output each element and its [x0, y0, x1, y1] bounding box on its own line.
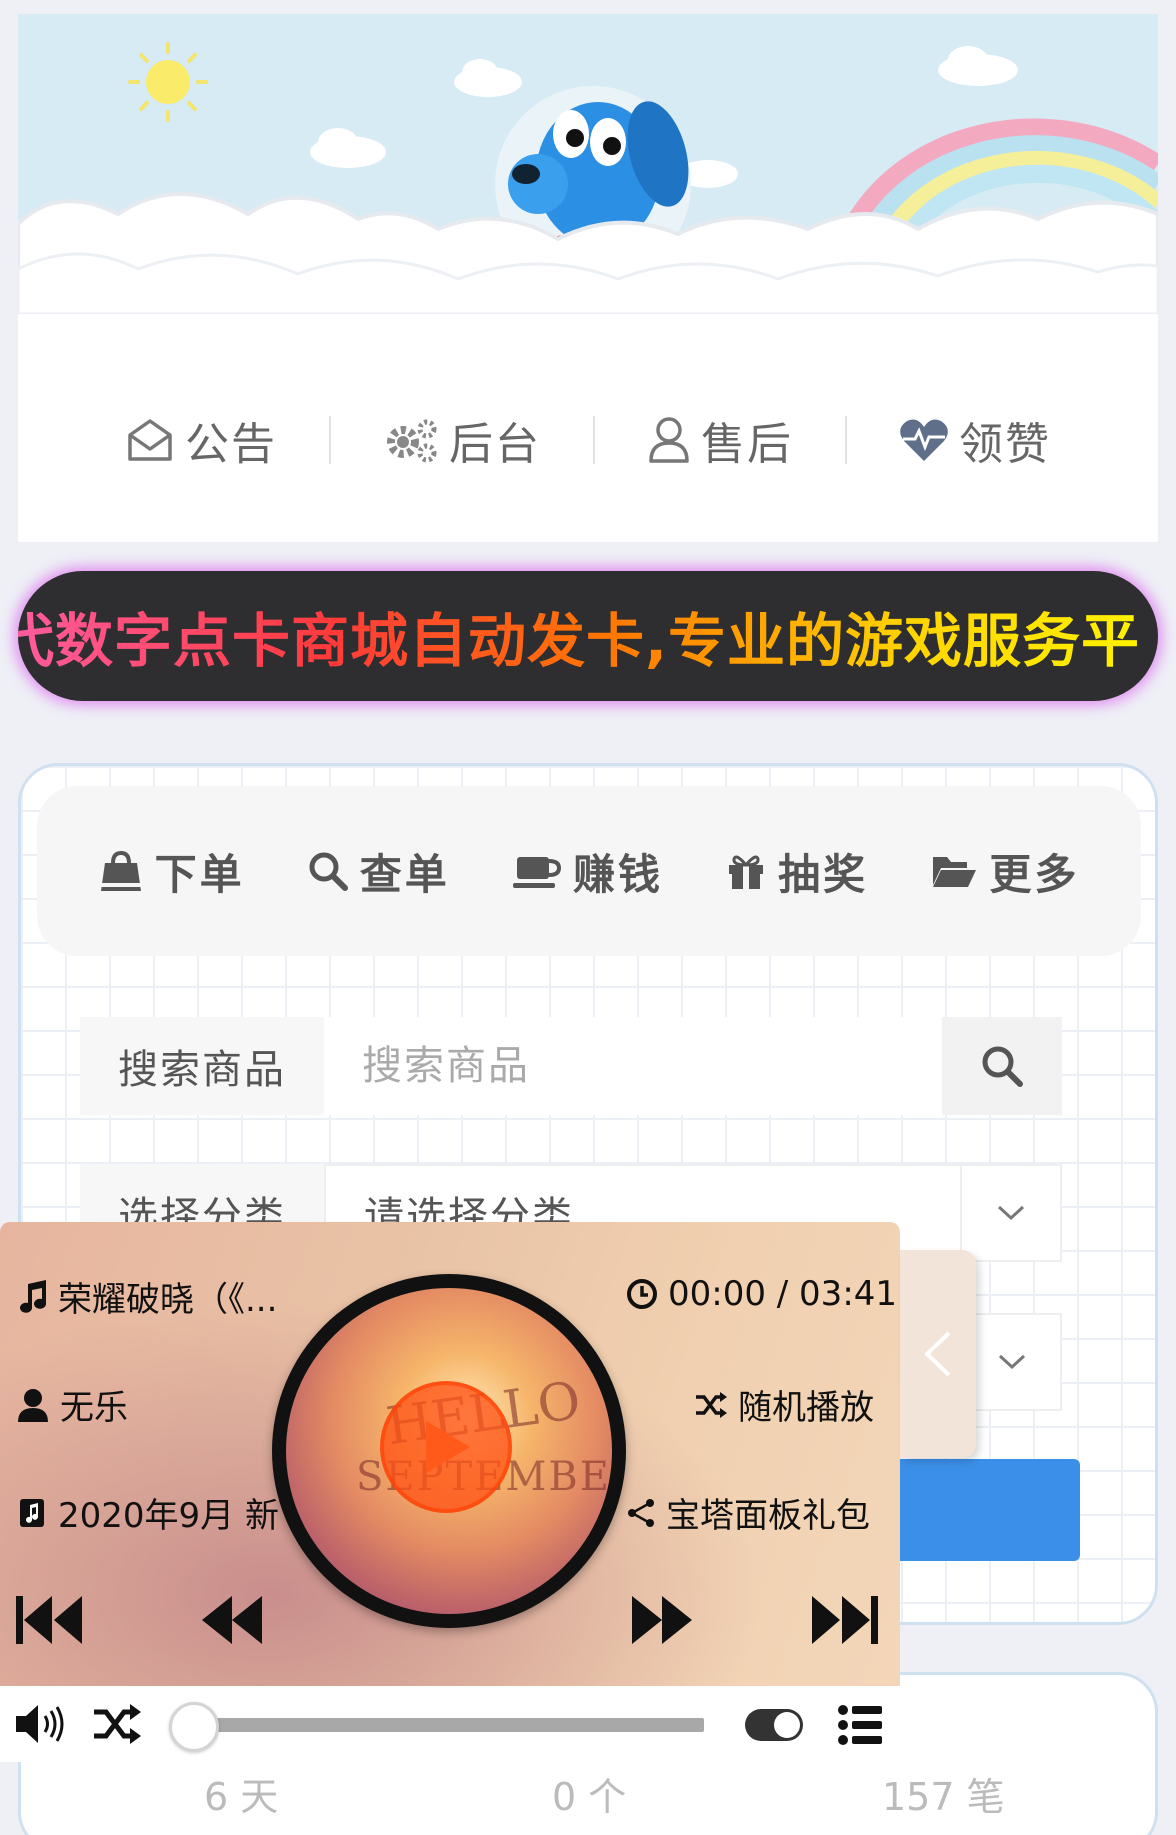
playlist-icon[interactable] [838, 1704, 882, 1746]
album: 2020年9月 新 [18, 1488, 279, 1537]
play-time-text: 00:00 / 03:41 [668, 1274, 898, 1314]
volume-icon[interactable] [14, 1702, 66, 1746]
announcement-marquee: 代数字点卡商城自动发卡,专业的游戏服务平 [18, 571, 1158, 701]
share-icon [628, 1498, 654, 1527]
nav-label: 领赞 [959, 419, 1051, 470]
gift-icon [729, 855, 764, 889]
nav-backend[interactable]: 后台 [331, 412, 593, 470]
toggle-switch-icon[interactable] [744, 1708, 804, 1742]
fast-forward-icon[interactable] [630, 1594, 694, 1646]
folder-open-icon [933, 857, 977, 887]
play-mode-text: 随机播放 [738, 1388, 874, 1428]
heartbeat-icon [900, 419, 948, 461]
envelope-open-icon [128, 419, 172, 461]
share-text: 宝塔面板礼包 [666, 1496, 870, 1536]
player-collapse-button[interactable] [900, 1250, 976, 1458]
play-icon [426, 1421, 470, 1473]
stat-count: 0 个 [552, 1775, 627, 1819]
chevron-down-icon[interactable] [962, 1164, 1062, 1262]
tab-label: 查单 [359, 849, 450, 899]
share[interactable]: 宝塔面板礼包 [626, 1488, 870, 1537]
search-input[interactable] [362, 1043, 942, 1089]
nav-label: 公告 [185, 419, 277, 470]
search-button[interactable] [942, 1017, 1062, 1115]
chevron-left-icon [924, 1331, 951, 1377]
shuffle-icon[interactable] [92, 1704, 142, 1744]
action-tabs: 下单 查单 赚钱 抽奖 更多 [37, 786, 1141, 956]
marquee-text: 代数字点卡商城自动发卡,专业的游戏服务平 [18, 594, 1140, 678]
shopping-bag-icon [100, 850, 141, 891]
song-title: 荣耀破晓（《... [18, 1272, 277, 1321]
play-time: 00:00 / 03:41 [626, 1274, 897, 1314]
coffee-icon [512, 857, 561, 888]
song-title-text: 荣耀破晓（《... [58, 1280, 278, 1320]
search-icon [982, 1046, 1023, 1087]
nav-label: 售后 [701, 419, 793, 470]
gears-icon [387, 419, 437, 463]
music-note-icon [20, 1279, 46, 1313]
sun-icon [128, 42, 208, 122]
play-button[interactable] [380, 1381, 512, 1513]
user-icon [18, 1388, 48, 1422]
tab-order[interactable]: 下单 [99, 841, 245, 902]
stat-orders: 157 笔 [882, 1775, 1005, 1819]
tab-label: 下单 [154, 849, 245, 899]
search-row: 搜索商品 [80, 1017, 1062, 1115]
buy-button[interactable] [870, 1459, 1080, 1561]
skip-previous-icon[interactable] [16, 1594, 84, 1646]
tab-earn[interactable]: 赚钱 [512, 841, 663, 902]
album-icon [20, 1498, 44, 1527]
play-mode[interactable]: 随机播放 [694, 1380, 874, 1429]
album-text: 2020年9月 新 [58, 1496, 279, 1536]
search-field[interactable] [324, 1017, 942, 1115]
artist: 无乐 [18, 1380, 128, 1429]
tab-lottery[interactable]: 抽奖 [726, 841, 868, 902]
tab-query[interactable]: 查单 [308, 841, 450, 902]
nav-aftersales[interactable]: 售后 [595, 412, 845, 470]
chevron-down-icon[interactable] [962, 1313, 1062, 1411]
skip-next-icon[interactable] [810, 1594, 878, 1646]
stat-days: 6 天 [204, 1775, 279, 1819]
header-nav: 公告 后台 售后 领赞 [18, 410, 1158, 470]
nav-announcement[interactable]: 公告 [73, 412, 329, 470]
header-banner [18, 14, 1158, 314]
site-header: 公告 后台 售后 领赞 [18, 14, 1158, 542]
user-icon [649, 417, 689, 463]
nav-like[interactable]: 领赞 [847, 412, 1103, 470]
search-icon [309, 852, 348, 891]
shuffle-icon [696, 1391, 727, 1418]
tab-label: 抽奖 [778, 849, 869, 899]
tab-label: 更多 [989, 849, 1080, 899]
tab-more[interactable]: 更多 [931, 841, 1079, 902]
search-label: 搜索商品 [80, 1017, 324, 1115]
clock-icon [627, 1279, 657, 1309]
artist-text: 无乐 [60, 1388, 128, 1428]
progress-track[interactable] [200, 1718, 704, 1732]
progress-knob[interactable] [169, 1702, 219, 1752]
banner-illustration [18, 42, 1158, 314]
tab-label: 赚钱 [572, 849, 663, 899]
rewind-icon[interactable] [200, 1594, 264, 1646]
nav-label: 后台 [449, 419, 541, 470]
